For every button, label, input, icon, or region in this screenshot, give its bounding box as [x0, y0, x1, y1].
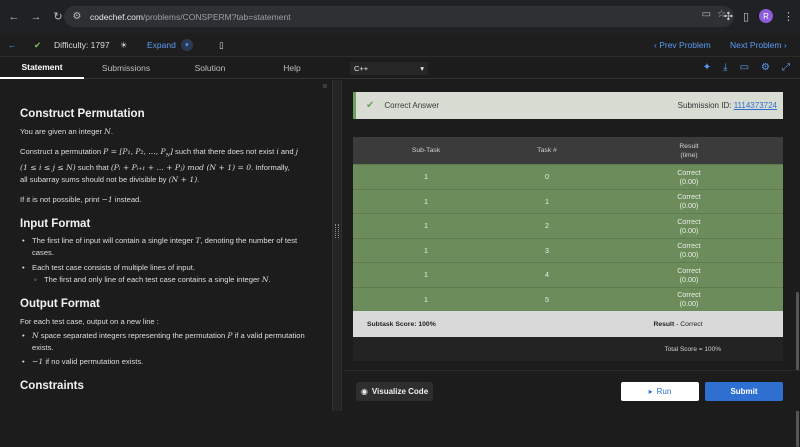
- table-row: 1 4 Correct (0.00): [353, 262, 783, 287]
- list-item: −1 if no valid permutation exists.: [20, 356, 312, 368]
- site-info-icon[interactable]: ⚙: [70, 10, 84, 24]
- forward-icon[interactable]: →: [28, 9, 44, 25]
- run-button[interactable]: ▸ Run: [621, 382, 699, 401]
- results-table: Sub-Task Task # Result (time) 1 0 Correct (0…: [353, 137, 783, 361]
- intro-text: You are given an integer N.: [20, 127, 113, 136]
- panel-splitter[interactable]: [332, 80, 342, 411]
- header-subtask: Sub-Task: [411, 147, 441, 154]
- tab-statement[interactable]: Statement: [0, 57, 84, 79]
- visualize-code-button[interactable]: ◉ Visualize Code: [356, 382, 433, 401]
- problem-title: Construct Permutation: [20, 108, 145, 120]
- comment-icon[interactable]: ▭: [740, 62, 749, 73]
- subtask-score: Subtask Score: 100%: [367, 320, 436, 328]
- table-header: Sub-Task Task # Result (time): [353, 137, 783, 164]
- language-select[interactable]: C++ ▾: [350, 62, 428, 75]
- tab-help[interactable]: Help: [252, 57, 332, 79]
- download-icon[interactable]: ⤓: [723, 62, 727, 73]
- subtask-result: Result - Correct: [653, 320, 703, 328]
- table-row: 1 2 Correct (0.00): [353, 213, 783, 238]
- chevron-right-icon: ›: [781, 40, 787, 50]
- menu-kebab-icon[interactable]: ⋮: [783, 10, 794, 23]
- problem-topbar: ← ✔ Difficulty: 1797 ☀ Expand ▾ ▯ ‹ Prev …: [0, 33, 800, 57]
- results-panel: ✔ Correct Answer Submission ID: 11143737…: [343, 80, 800, 447]
- input-format-heading: Input Format: [20, 217, 91, 230]
- solved-check-icon: ✔: [34, 39, 42, 50]
- address-bar[interactable]: ⚙ codechef.com/problems/CONSPERM?tab=sta…: [64, 6, 734, 27]
- header-task: Task #: [537, 147, 557, 154]
- table-row: 1 1 Correct (0.00): [353, 188, 783, 213]
- header-result: Result (time): [679, 142, 699, 159]
- difficulty-label: Difficulty: 1797: [54, 40, 110, 50]
- magic-wand-icon[interactable]: ✦: [703, 62, 711, 73]
- next-problem-button[interactable]: Next Problem ›: [730, 33, 787, 57]
- cast-icon[interactable]: ▭: [702, 9, 711, 20]
- profile-avatar[interactable]: R: [759, 9, 773, 23]
- submit-button[interactable]: Submit: [705, 382, 783, 401]
- chevron-down-icon: ▾: [180, 39, 193, 51]
- tab-solution[interactable]: Solution: [168, 57, 252, 79]
- action-bar: ◉ Visualize Code ▸ Run Submit: [343, 370, 800, 411]
- subtask-score-row: Subtask Score: 100% Result - Correct: [353, 311, 783, 337]
- back-icon[interactable]: ←: [6, 9, 22, 25]
- caret-down-icon: ▾: [420, 64, 424, 73]
- eye-icon: ◉: [360, 387, 368, 396]
- status-text: Correct Answer: [384, 101, 440, 110]
- url-text: codechef.com/problems/CONSPERM?tab=state…: [90, 11, 291, 22]
- total-score: Total Score = 100%: [353, 337, 783, 361]
- browser-toolbar: ← → ↻ ⚙ codechef.com/problems/CONSPERM?t…: [0, 0, 800, 33]
- editor-tools: ✦ ⤓ ▭ ⚙ ⤢: [703, 62, 790, 73]
- back-arrow-icon[interactable]: ←: [8, 33, 17, 57]
- constraints-heading: Constraints: [20, 379, 84, 392]
- table-row: 1 0 Correct (0.00): [353, 164, 783, 189]
- table-row: 1 3 Correct (0.00): [353, 237, 783, 262]
- expand-button[interactable]: Expand ▾: [147, 33, 193, 57]
- settings-gear-icon[interactable]: ⚙: [761, 62, 770, 73]
- output-format-list: N space separated integers representing …: [20, 330, 312, 368]
- input-format-list: The first line of input will contain a s…: [20, 235, 312, 286]
- statement-scrollbar[interactable]: [323, 84, 327, 88]
- tab-submissions[interactable]: Submissions: [84, 57, 168, 79]
- impossible-note: If it is not possible, print −1 instead.: [20, 194, 142, 204]
- problem-statement-panel: Construct Permutation You are given an i…: [0, 80, 332, 411]
- submission-id-link[interactable]: 1114373724: [734, 101, 777, 110]
- submission-id: Submission ID: 1114373724: [677, 101, 777, 110]
- list-item: Each test case consists of multiple line…: [20, 262, 312, 274]
- statement-paragraph: Construct a permutation P = [P₁, P₂, ...…: [20, 147, 299, 184]
- output-format-text: For each test case, output on a new line…: [20, 316, 159, 326]
- bookmark-icon[interactable]: ▯: [219, 33, 224, 57]
- list-item: The first and only line of each test cas…: [20, 274, 312, 286]
- list-item: N space separated integers representing …: [20, 330, 312, 354]
- fullscreen-icon[interactable]: ⤢: [782, 62, 790, 73]
- check-icon: ✔: [366, 100, 375, 111]
- theme-sun-icon[interactable]: ☀: [120, 33, 128, 57]
- list-item: The first line of input will contain a s…: [20, 235, 312, 259]
- output-format-heading: Output Format: [20, 297, 100, 310]
- correct-answer-banner: ✔ Correct Answer Submission ID: 11143737…: [353, 92, 783, 119]
- table-row: 1 5 Correct (0.00): [353, 286, 783, 311]
- sidepanel-icon[interactable]: ▯: [743, 10, 749, 23]
- prev-problem-button[interactable]: ‹ Prev Problem: [654, 33, 711, 57]
- extensions-icon[interactable]: ✣: [724, 10, 733, 23]
- drag-handle-icon[interactable]: [335, 224, 339, 238]
- play-icon: ▸: [648, 387, 653, 396]
